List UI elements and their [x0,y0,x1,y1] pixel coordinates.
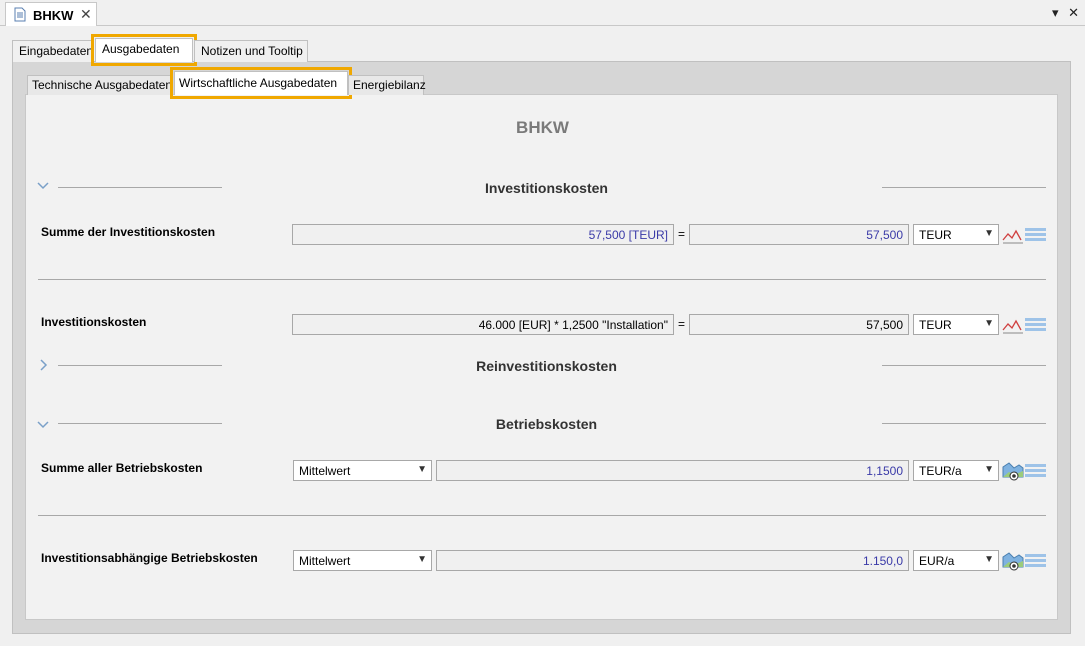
unit-select-value: TEUR [919,318,952,332]
unit-select-value: TEUR/a [919,464,962,478]
formula-field: 46.000 [EUR] * 1,2500 "Installation" [292,314,674,335]
label-summe-investitionskosten: Summe der Investitionskosten [41,225,216,239]
chevron-down-icon: ▼ [417,464,427,475]
section-title-reinvestitionskosten: Reinvestitionskosten [476,358,617,374]
equals-sign: = [678,317,686,331]
chart-icon[interactable] [1002,316,1024,337]
formula-field: 57,500 [TEUR] [292,224,674,245]
mode-select[interactable]: Mittelwert ▼ [293,460,432,481]
label-investitionsabhaengige-betriebskosten: Investitionsabhängige Betriebskosten [41,551,258,565]
mode-select[interactable]: Mittelwert ▼ [293,550,432,571]
chevron-down-icon: ▼ [984,464,994,475]
row-divider [38,279,1046,280]
document-icon [14,7,26,25]
list-icon[interactable] [1025,226,1047,247]
tab-notizen-und-tooltip[interactable]: Notizen und Tooltip [194,40,308,62]
chevron-down-icon: ▼ [417,554,427,565]
list-icon[interactable] [1025,552,1047,573]
tab-energiebilanz[interactable]: Energiebilanz [348,75,426,95]
chevron-down-icon: ▼ [984,318,994,329]
map-view-icon[interactable] [1002,461,1024,484]
page-title: BHKW [516,118,569,137]
value-field: 1.150,0 [436,550,909,571]
close-tab-icon[interactable]: ✕ [80,6,92,23]
list-icon[interactable] [1025,462,1047,483]
editor-tab-strip: BHKW ✕ ▾ ✕ [0,0,1085,26]
value-field: 57,500 [689,314,909,335]
label-investitionskosten: Investitionskosten [41,315,147,329]
value-field: 57,500 [689,224,909,245]
chart-icon[interactable] [1002,226,1024,247]
editor-tab-bhkw[interactable]: BHKW ✕ [5,2,97,26]
inner-tab-panel [25,94,1058,620]
label-summe-betriebskosten: Summe aller Betriebskosten [41,461,203,475]
section-title-betriebskosten: Betriebskosten [495,416,598,432]
tab-technische-ausgabedaten[interactable]: Technische Ausgabedaten [27,75,172,95]
unit-select-value: EUR/a [919,554,955,568]
section-title-investitionskosten: Investitionskosten [485,180,608,196]
unit-select-value: TEUR [919,228,952,242]
unit-select[interactable]: EUR/a ▼ [913,550,999,571]
list-icon[interactable] [1025,316,1047,337]
unit-select[interactable]: TEUR ▼ [913,224,999,245]
editor-tab-title: BHKW [33,8,74,23]
mode-select-value: Mittelwert [299,554,351,568]
chevron-down-icon: ▼ [984,554,994,565]
mode-select-value: Mittelwert [299,464,351,478]
equals-sign: = [678,227,686,241]
close-view-icon[interactable]: ✕ [1068,5,1079,20]
tab-eingabedaten[interactable]: Eingabedaten [12,40,93,62]
tab-ausgabedaten[interactable]: Ausgabedaten [91,34,197,66]
tab-wirtschaftliche-ausgabedaten[interactable]: Wirtschaftliche Ausgabedaten [170,67,352,99]
unit-select[interactable]: TEUR/a ▼ [913,460,999,481]
chevron-down-icon: ▼ [984,228,994,239]
view-menu-icon[interactable]: ▾ [1052,5,1059,20]
row-divider [38,515,1046,516]
unit-select[interactable]: TEUR ▼ [913,314,999,335]
value-field: 1,1500 [436,460,909,481]
map-view-icon[interactable] [1002,551,1024,574]
